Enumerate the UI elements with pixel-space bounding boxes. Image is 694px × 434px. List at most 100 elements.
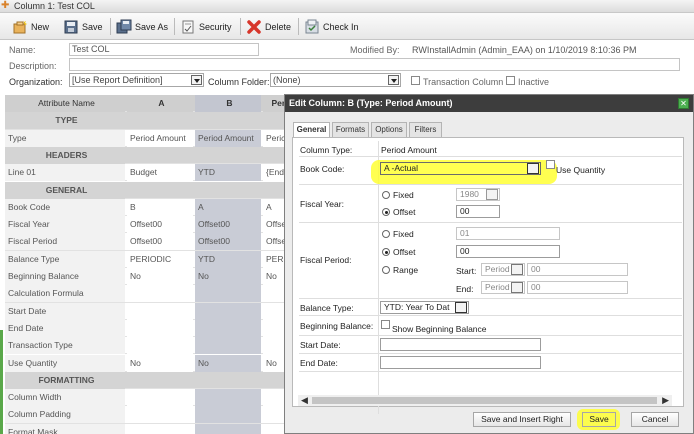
grid-cell-attribute[interactable]: Fiscal Year: [5, 216, 125, 234]
grid-cell-attribute[interactable]: Fiscal Period: [5, 233, 125, 251]
scrollbar-thumb[interactable]: [312, 397, 657, 404]
grid-cell-c[interactable]: Offse: [263, 216, 285, 234]
use-quantity-checkbox[interactable]: [546, 160, 555, 169]
grid-cell-a[interactable]: [127, 389, 193, 407]
tab-formats[interactable]: Formats: [332, 122, 369, 138]
grid-cell-a[interactable]: Offset00: [127, 233, 193, 251]
grid-cell-c[interactable]: No: [263, 354, 285, 372]
balance-type-select[interactable]: YTD: Year To Dat: [380, 301, 469, 314]
grid-cell-attribute[interactable]: Start Date: [5, 302, 125, 320]
grid-cell-b[interactable]: No: [195, 268, 261, 285]
grid-cell-b[interactable]: [195, 406, 261, 424]
range-start-period-select[interactable]: Period: [481, 263, 525, 276]
grid-cell-a[interactable]: No: [127, 268, 193, 285]
grid-cell-a[interactable]: B: [127, 198, 193, 216]
grid-cell-attribute[interactable]: Calculation Formula: [5, 285, 125, 303]
fiscal-period-fixed-input[interactable]: 01: [456, 227, 560, 240]
grid-cell-b[interactable]: [195, 285, 261, 303]
dialog-save-button[interactable]: Save: [582, 412, 616, 427]
save-as-button[interactable]: Save As: [116, 17, 168, 36]
tab-options[interactable]: Options: [371, 122, 407, 138]
grid-cell-c[interactable]: [263, 337, 285, 355]
end-date-input[interactable]: [380, 356, 541, 369]
grid-header-a[interactable]: A: [127, 95, 193, 112]
grid-header-b[interactable]: B: [195, 95, 261, 112]
grid-cell-c[interactable]: Offse: [263, 233, 285, 251]
new-button[interactable]: New: [12, 17, 49, 36]
grid-cell-b[interactable]: A: [195, 198, 261, 216]
grid-cell-a[interactable]: [127, 423, 193, 434]
book-code-select[interactable]: A -Actual: [380, 162, 541, 175]
grid-cell-c[interactable]: Peric: [263, 129, 285, 147]
fiscal-year-offset-radio[interactable]: [382, 208, 390, 216]
start-date-input[interactable]: [380, 338, 541, 351]
delete-button[interactable]: Delete: [246, 17, 291, 36]
grid-cell-attribute[interactable]: Use Quantity: [5, 354, 125, 372]
grid-cell-c[interactable]: [263, 285, 285, 303]
security-button[interactable]: Security: [180, 17, 232, 36]
grid-cell-a[interactable]: [127, 319, 193, 337]
grid-cell-c[interactable]: {End: [263, 164, 285, 182]
grid-cell-attribute[interactable]: Type: [5, 129, 125, 147]
grid-cell-attribute[interactable]: Beginning Balance: [5, 268, 125, 285]
grid-cell-attribute[interactable]: Format Mask: [5, 423, 125, 434]
fiscal-year-fixed-radio[interactable]: [382, 191, 390, 199]
range-end-input[interactable]: 00: [527, 281, 628, 294]
fiscal-period-offset-radio[interactable]: [382, 248, 390, 256]
grid-cell-a[interactable]: PERIODIC: [127, 250, 193, 268]
grid-cell-b[interactable]: [195, 319, 261, 337]
grid-cell-c[interactable]: [263, 389, 285, 407]
scroll-left-icon[interactable]: ◀: [301, 396, 308, 405]
panel-horizontal-scrollbar[interactable]: ◀ ▶: [298, 395, 672, 406]
grid-cell-a[interactable]: Offset00: [127, 216, 193, 234]
grid-cell-a[interactable]: [127, 285, 193, 303]
inactive-checkbox[interactable]: [506, 76, 515, 85]
close-icon[interactable]: ✕: [678, 98, 689, 109]
grid-cell-b[interactable]: [195, 423, 261, 434]
grid-cell-b[interactable]: [195, 389, 261, 407]
grid-header-attribute[interactable]: Attribute Name: [5, 95, 125, 112]
grid-cell-a[interactable]: Period Amount: [127, 129, 193, 147]
grid-cell-b[interactable]: No: [195, 354, 261, 372]
transaction-column-checkbox[interactable]: [411, 76, 420, 85]
grid-cell-b[interactable]: YTD: [195, 164, 261, 182]
check-in-button[interactable]: Check In: [304, 17, 359, 36]
grid-cell-a[interactable]: Budget: [127, 164, 193, 182]
save-and-insert-right-button[interactable]: Save and Insert Right: [473, 412, 571, 427]
fiscal-period-offset-input[interactable]: 00: [456, 245, 560, 258]
grid-cell-attribute[interactable]: Transaction Type: [5, 337, 125, 355]
grid-cell-attribute[interactable]: Balance Type: [5, 250, 125, 268]
grid-header-c[interactable]: Peri: [263, 95, 285, 112]
grid-cell-b[interactable]: Offset00: [195, 233, 261, 251]
fiscal-year-fixed-select[interactable]: 1980: [456, 188, 500, 201]
grid-cell-a[interactable]: [127, 337, 193, 355]
grid-cell-c[interactable]: A: [263, 198, 285, 216]
grid-cell-attribute[interactable]: Line 01: [5, 164, 125, 182]
grid-cell-c[interactable]: No: [263, 268, 285, 285]
fiscal-period-range-radio[interactable]: [382, 266, 390, 274]
fiscal-period-fixed-radio[interactable]: [382, 230, 390, 238]
grid-cell-b[interactable]: [195, 302, 261, 320]
save-button[interactable]: Save: [63, 17, 103, 36]
grid-cell-attribute[interactable]: Column Width: [5, 389, 125, 407]
tab-filters[interactable]: Filters: [409, 122, 442, 138]
grid-cell-c[interactable]: [263, 423, 285, 434]
tab-general[interactable]: General: [293, 122, 330, 138]
grid-cell-b[interactable]: YTD: [195, 250, 261, 268]
grid-cell-attribute[interactable]: Book Code: [5, 198, 125, 216]
show-beginning-balance-checkbox[interactable]: [381, 320, 390, 329]
range-start-input[interactable]: 00: [527, 263, 628, 276]
name-input[interactable]: Test COL: [69, 43, 259, 56]
organization-select[interactable]: [Use Report Definition]: [69, 73, 204, 87]
range-end-period-select[interactable]: Period: [481, 281, 525, 294]
description-input[interactable]: [69, 58, 680, 71]
grid-cell-c[interactable]: [263, 302, 285, 320]
grid-cell-a[interactable]: [127, 406, 193, 424]
grid-cell-c[interactable]: PERI: [263, 250, 285, 268]
dialog-cancel-button[interactable]: Cancel: [631, 412, 679, 427]
grid-cell-attribute[interactable]: End Date: [5, 319, 125, 337]
grid-cell-c[interactable]: [263, 406, 285, 424]
fiscal-year-offset-input[interactable]: 00: [456, 205, 500, 218]
grid-cell-b[interactable]: Period Amount: [195, 129, 261, 147]
grid-cell-a[interactable]: No: [127, 354, 193, 372]
